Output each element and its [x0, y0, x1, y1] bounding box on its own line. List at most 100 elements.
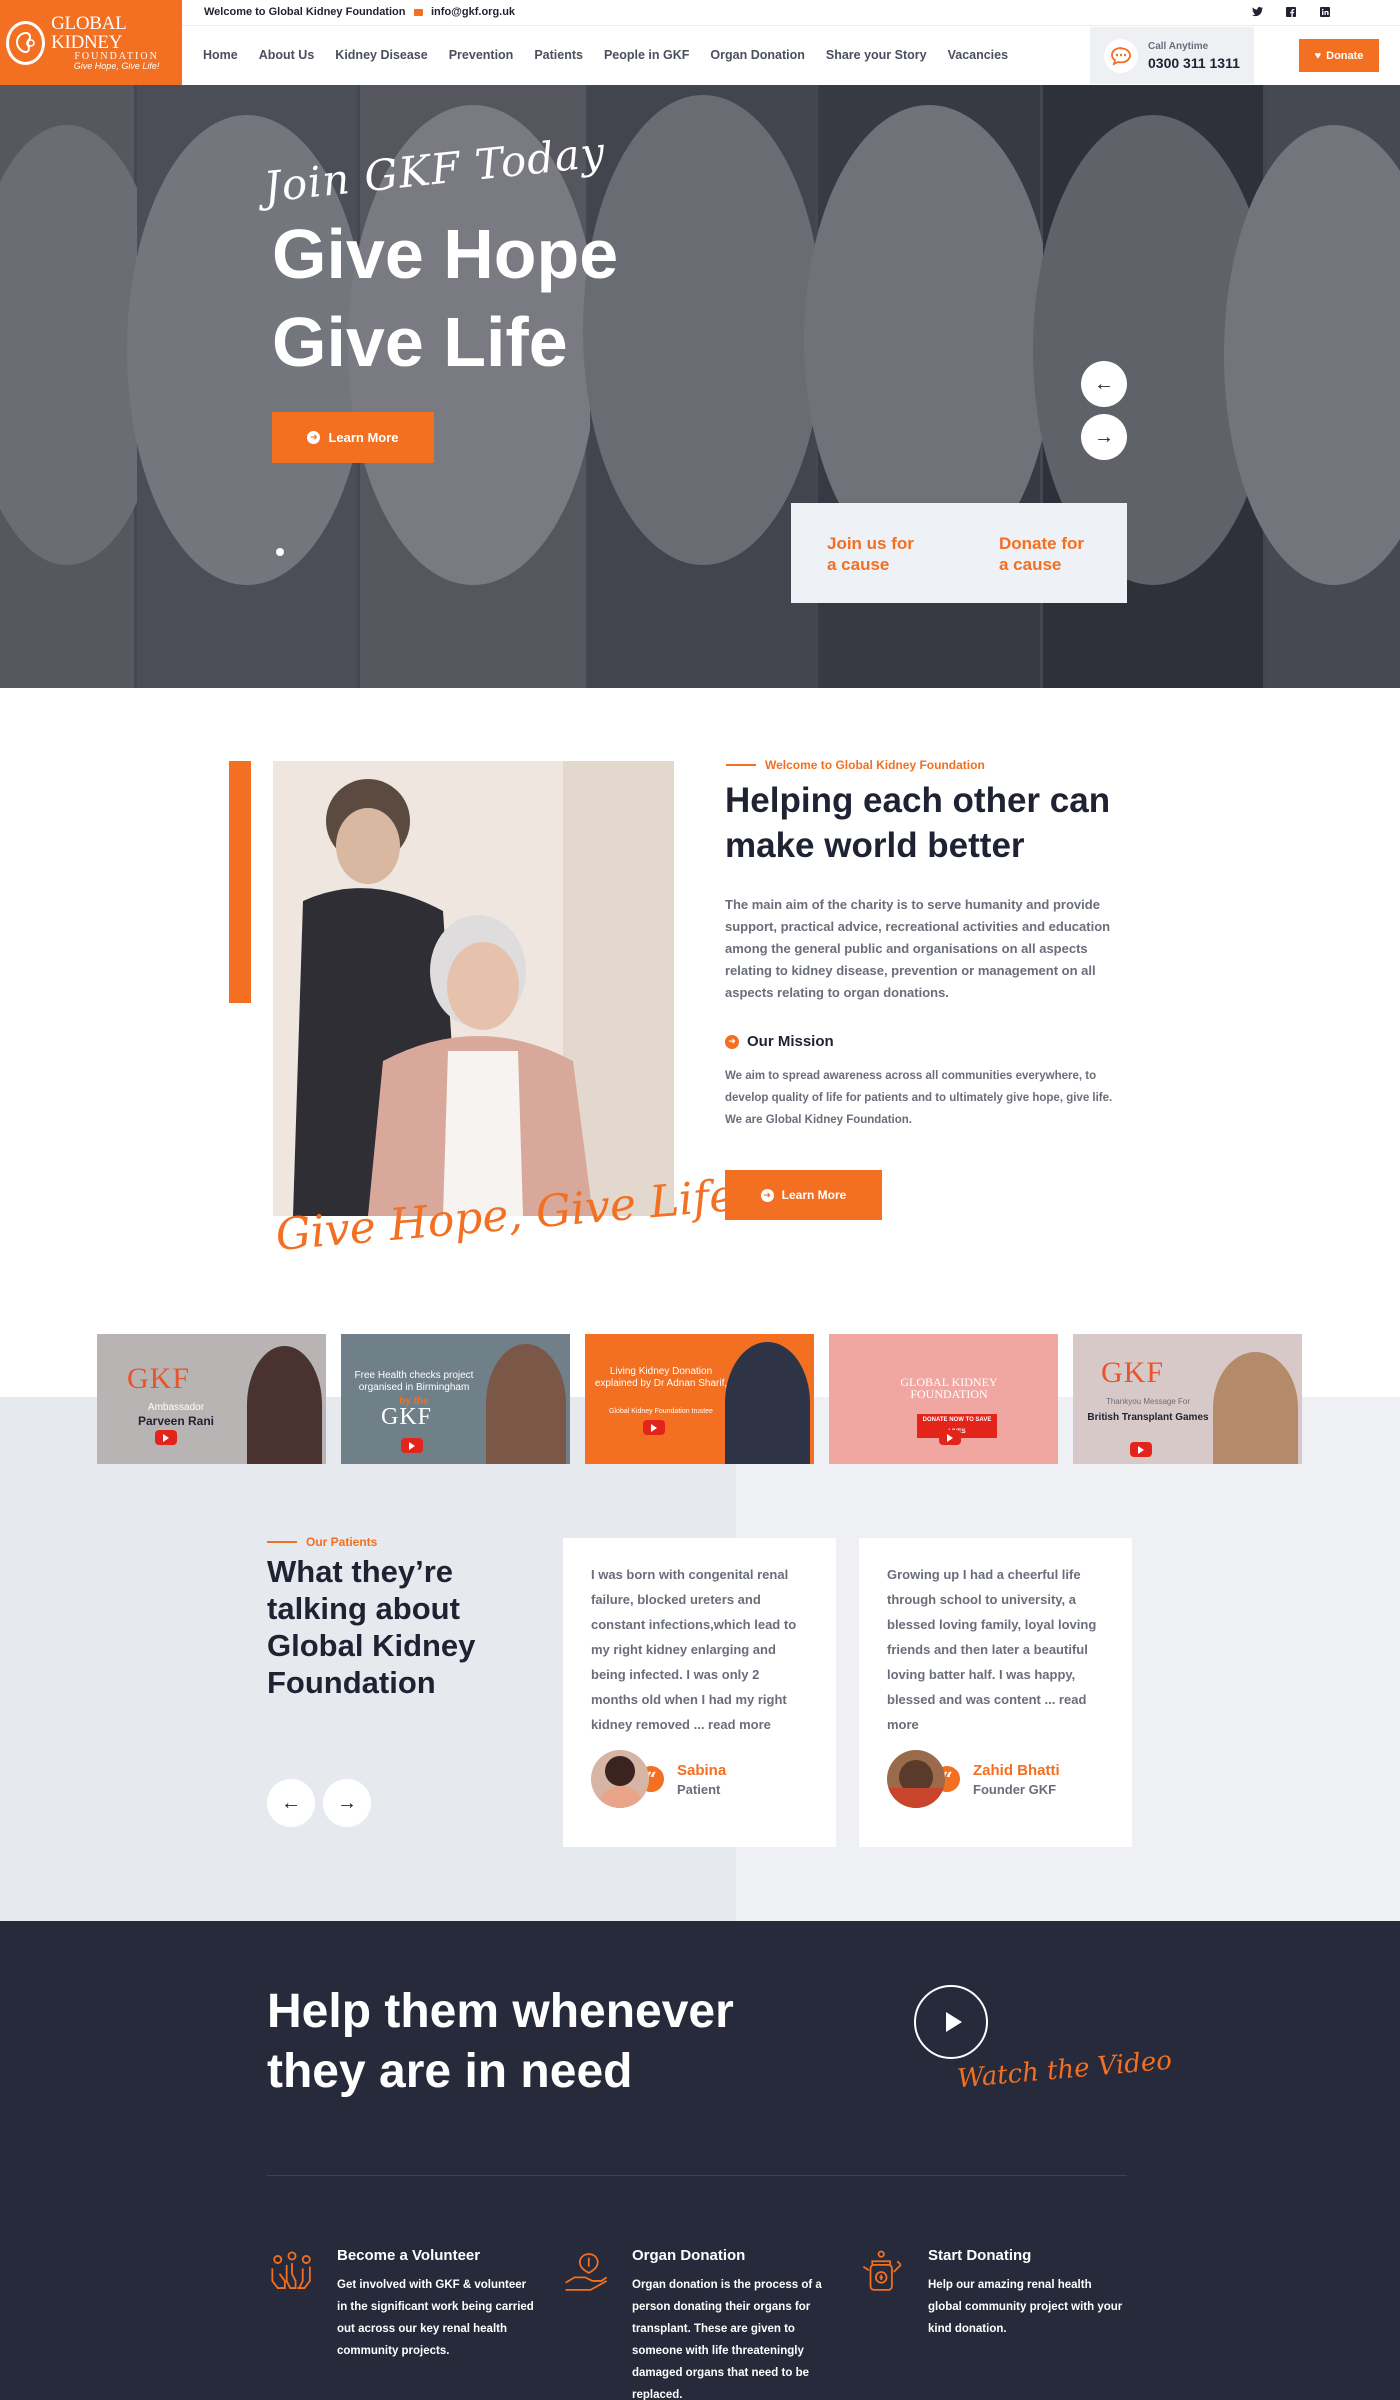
join-cause-link[interactable]: Join us for a cause	[827, 533, 919, 603]
testimonial-next-arrow-icon[interactable]: →	[323, 1779, 371, 1827]
youtube-play-icon	[155, 1430, 177, 1445]
logo-text: GLOBAL KIDNEY FOUNDATION Give Hope, Give…	[51, 14, 182, 71]
video-sub2: British Transplant Games	[1087, 1412, 1209, 1423]
call-number[interactable]: 0300 311 1311	[1148, 55, 1240, 71]
video-sub: Ambassador	[147, 1402, 205, 1413]
testimonial-name: Sabina	[677, 1761, 727, 1779]
donation-jar-icon	[858, 2247, 914, 2303]
hero-title: Give Hope Give Life	[272, 210, 618, 386]
nav-organ-donation[interactable]: Organ Donation	[710, 48, 804, 62]
hero-title-line1: Give Hope	[272, 215, 619, 293]
testimonial-prev-arrow-icon[interactable]: ←	[267, 1779, 315, 1827]
email-text: info@gkf.org.uk	[431, 6, 516, 18]
youtube-play-icon	[939, 1430, 961, 1445]
twitter-icon[interactable]	[1250, 5, 1264, 19]
arrow-right-circle-icon: ➜	[307, 431, 321, 444]
patients-title: What they’re talking about Global Kidney…	[267, 1554, 476, 1700]
nav-vacancies[interactable]: Vacancies	[948, 48, 1008, 62]
about-button-label: Learn More	[781, 1188, 847, 1202]
nav-people-in-gkf[interactable]: People in GKF	[604, 48, 689, 62]
mail-icon	[414, 8, 423, 16]
hero-title-line2: Give Life	[272, 303, 568, 381]
about-paragraph: The main aim of the charity is to serve …	[725, 897, 1111, 1000]
nav-about-us[interactable]: About Us	[259, 48, 315, 62]
testimonial-role: Founder GKF	[973, 1781, 1057, 1797]
testimonial-card: I was born with congenital renal failure…	[563, 1538, 836, 1847]
video-card-4[interactable]: GLOBAL KIDNEY FOUNDATION DONATE NOW TO S…	[829, 1334, 1058, 1464]
donate-button[interactable]: ♥ Donate	[1299, 39, 1379, 72]
help-title-line1: Help them whenever	[267, 1985, 734, 2038]
about-learn-more-button[interactable]: ➜ Learn More	[725, 1170, 882, 1220]
hero-learn-more-button[interactable]: ➜ Learn More	[272, 412, 434, 463]
testimonial-role: Patient	[677, 1781, 721, 1797]
chat-phone-icon	[1104, 38, 1138, 73]
arrow-right-circle-icon: ➜	[725, 1034, 739, 1049]
video-sub2: Parveen Rani	[137, 1414, 215, 1428]
email-link[interactable]: info@gkf.org.uk	[414, 6, 515, 18]
facebook-icon[interactable]	[1284, 5, 1298, 19]
testimonial-text: Growing up I had a cheerful life through…	[887, 1567, 1097, 1732]
kidney-logo-icon	[6, 20, 46, 65]
play-video-icon[interactable]	[914, 1985, 988, 2059]
mission-title: Our Mission	[747, 1033, 834, 1050]
feature-start-donating: Start Donating Help our amazing renal he…	[858, 2247, 1128, 2340]
help-title: Help them whenever they are in need	[267, 1982, 734, 2102]
about-photo	[273, 761, 674, 1216]
video-sub: Thankyou Message For	[1105, 1397, 1191, 1406]
video-card-2[interactable]: Free Health checks project organised in …	[341, 1334, 570, 1464]
brand-tagline: Give Hope, Give Life!	[73, 61, 160, 71]
video-person	[725, 1342, 810, 1464]
testimonial-text: I was born with congenital renal failure…	[591, 1567, 797, 1732]
hero-next-arrow-icon[interactable]: →	[1081, 414, 1127, 460]
nav-kidney-disease[interactable]: Kidney Disease	[335, 48, 427, 62]
video-card-3[interactable]: Living Kidney Donation explained by Dr A…	[585, 1334, 814, 1464]
video-person	[486, 1344, 566, 1464]
mission-text: We aim to spread awareness across all co…	[725, 1070, 1113, 1126]
nav-patients[interactable]: Patients	[534, 48, 583, 62]
hero-prev-arrow-icon[interactable]: ←	[1081, 361, 1127, 407]
video-sub: Free Health checks project organised in …	[354, 1370, 474, 1393]
testimonial-name: Zahid Bhatti	[973, 1761, 1060, 1779]
arrow-right-circle-icon: ➜	[760, 1188, 774, 1202]
video-title: GKF	[127, 1362, 191, 1395]
top-bar: Welcome to Global Kidney Foundation info…	[182, 0, 1400, 26]
youtube-play-icon	[401, 1438, 423, 1453]
nav-prevention[interactable]: Prevention	[449, 48, 514, 62]
logo[interactable]: GLOBAL KIDNEY FOUNDATION Give Hope, Give…	[0, 0, 182, 85]
feature-title: Start Donating	[928, 2247, 1032, 2264]
video-person	[1213, 1352, 1298, 1464]
call-box[interactable]: Call Anytime 0300 311 1311	[1090, 27, 1254, 84]
divider	[267, 2175, 1127, 2176]
nav-share-your-story[interactable]: Share your Story	[826, 48, 927, 62]
about-title: Helping each other can make world better	[725, 781, 1111, 865]
decorative-bar	[229, 761, 251, 1003]
about-eyebrow: Welcome to Global Kidney Foundation	[726, 758, 985, 772]
donate-label: Donate	[1326, 49, 1364, 62]
feature-volunteer: Become a Volunteer Get involved with GKF…	[267, 2247, 537, 2362]
organ-donation-hand-icon	[562, 2247, 618, 2303]
youtube-play-icon	[1130, 1442, 1152, 1457]
patients-eyebrow: Our Patients	[267, 1535, 377, 1549]
avatar	[887, 1750, 945, 1808]
linkedin-icon[interactable]	[1318, 5, 1332, 19]
feature-text: Get involved with GKF & volunteer in the…	[337, 2279, 534, 2357]
feature-title: Become a Volunteer	[337, 2247, 481, 2264]
feature-organ-donation: Organ Donation Organ donation is the pro…	[562, 2247, 832, 2400]
video-card-1[interactable]: GKF Ambassador Parveen Rani	[97, 1334, 326, 1464]
video-person	[247, 1346, 322, 1464]
cause-box: Join us for a cause Donate for a cause	[791, 503, 1127, 603]
about-eyebrow-text: Welcome to Global Kidney Foundation	[765, 758, 985, 772]
donate-cause-link[interactable]: Donate for a cause	[999, 533, 1091, 603]
call-label: Call Anytime	[1148, 40, 1209, 52]
video-card-5[interactable]: GKF Thankyou Message For British Transpl…	[1073, 1334, 1302, 1464]
slider-dot[interactable]	[276, 548, 284, 556]
video-title: GKF	[381, 1404, 433, 1430]
brand-name: GLOBAL KIDNEY	[51, 13, 126, 53]
welcome-text: Welcome to Global Kidney Foundation	[204, 6, 406, 18]
feature-title: Organ Donation	[632, 2247, 746, 2264]
youtube-play-icon	[643, 1420, 665, 1435]
patients-eyebrow-text: Our Patients	[306, 1535, 378, 1549]
testimonial-card: Growing up I had a cheerful life through…	[859, 1538, 1132, 1847]
nav-home[interactable]: Home	[203, 48, 238, 62]
hero-button-label: Learn More	[328, 430, 399, 445]
